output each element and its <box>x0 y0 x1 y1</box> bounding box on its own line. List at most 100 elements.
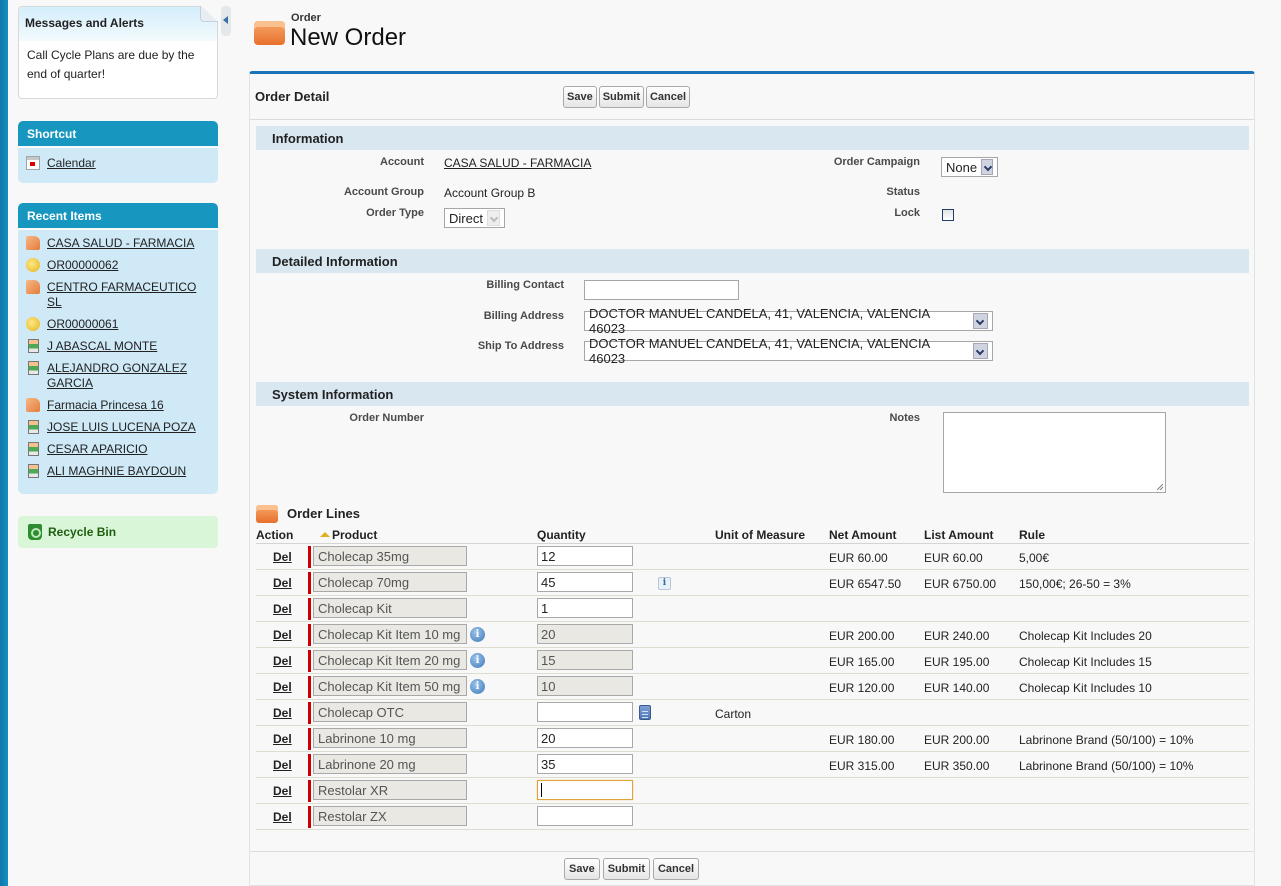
delete-line-link[interactable]: Del <box>273 680 292 694</box>
product-field: Restolar ZX <box>313 806 467 826</box>
delete-line-link[interactable]: Del <box>273 628 292 642</box>
order-icon <box>26 317 40 331</box>
order-lines-table: Action Product Quantity Unit of Measure … <box>256 526 1249 830</box>
col-uom: Unit of Measure <box>715 528 806 542</box>
pricing-rule: Cholecap Kit Includes 15 <box>1019 655 1152 669</box>
left-edge-strip <box>0 0 8 886</box>
required-indicator <box>308 676 311 698</box>
info-icon[interactable]: i <box>470 679 485 694</box>
cancel-button[interactable]: Cancel <box>645 86 691 108</box>
delete-line-link[interactable]: Del <box>273 784 292 798</box>
chevron-left-icon <box>223 16 228 24</box>
notes-textarea[interactable] <box>943 412 1166 493</box>
quantity-input[interactable]: 35 <box>537 754 633 774</box>
delete-line-link[interactable]: Del <box>273 550 292 564</box>
recent-item-link[interactable]: CESAR APARICIO <box>47 442 147 457</box>
order-lines-title: Order Lines <box>287 506 360 521</box>
chevron-down-icon <box>981 159 993 175</box>
required-indicator <box>308 780 311 802</box>
recent-item[interactable]: ALI MAGHNIE BAYDOUN <box>26 464 212 479</box>
net-amount: EUR 200.00 <box>829 629 895 643</box>
ship-to-address-select[interactable]: DOCTOR MANUEL CANDELA, 41, VALENCIA, VAL… <box>584 336 993 366</box>
recent-item[interactable]: JOSE LUIS LUCENA POZA <box>26 420 212 435</box>
shortcut-title: Shortcut <box>18 121 218 146</box>
pricing-rule: Cholecap Kit Includes 10 <box>1019 681 1152 695</box>
cancel-button-bottom[interactable]: Cancel <box>652 858 700 880</box>
calculator-icon[interactable] <box>639 705 651 720</box>
recent-item[interactable]: OR00000062 <box>26 258 212 273</box>
recent-item-link[interactable]: JOSE LUIS LUCENA POZA <box>47 420 196 435</box>
contact-icon <box>28 361 39 375</box>
recent-items-title: Recent Items <box>18 203 218 228</box>
sidebar-collapse-handle[interactable] <box>221 6 231 36</box>
order-line-row: Del Restolar XR <box>256 778 1249 804</box>
recent-item-link[interactable]: CENTRO FARMACEUTICO SL <box>47 280 212 310</box>
net-amount: EUR 315.00 <box>829 759 895 773</box>
quantity-input[interactable] <box>537 780 633 800</box>
delete-line-link[interactable]: Del <box>273 810 292 824</box>
billing-address-select[interactable]: DOCTOR MANUEL CANDELA, 41, VALENCIA, VAL… <box>584 306 993 336</box>
recent-item[interactable]: CASA SALUD - FARMACIA <box>26 236 212 251</box>
recent-item-link[interactable]: J ABASCAL MONTE <box>47 339 157 354</box>
delete-line-link[interactable]: Del <box>273 706 292 720</box>
recent-item[interactable]: Farmacia Princesa 16 <box>26 398 212 413</box>
order-line-row: Del Cholecap OTC Carton <box>256 700 1249 726</box>
object-type-label: Order <box>291 12 321 24</box>
recent-item-link[interactable]: ALEJANDRO GONZALEZ GARCIA <box>47 361 212 391</box>
quantity-input[interactable] <box>537 806 633 826</box>
product-field: Cholecap 35mg <box>313 546 467 566</box>
quantity-input[interactable]: 1 <box>537 598 633 618</box>
contact-icon <box>28 339 39 353</box>
billing-contact-input[interactable] <box>584 280 739 300</box>
net-amount: EUR 165.00 <box>829 655 895 669</box>
save-button[interactable]: Save <box>563 86 597 108</box>
recent-item-link[interactable]: ALI MAGHNIE BAYDOUN <box>47 464 186 479</box>
quantity-input[interactable]: 20 <box>537 728 633 748</box>
delete-line-link[interactable]: Del <box>273 654 292 668</box>
account-link[interactable]: CASA SALUD - FARMACIA <box>444 156 591 170</box>
submit-button-bottom[interactable]: Submit <box>602 858 650 880</box>
recent-item[interactable]: CENTRO FARMACEUTICO SL <box>26 280 212 310</box>
lock-checkbox[interactable] <box>942 209 954 221</box>
order-campaign-select[interactable]: None <box>941 157 998 177</box>
save-button-bottom[interactable]: Save <box>564 858 600 880</box>
col-product[interactable]: Product <box>320 528 377 542</box>
recent-item[interactable]: J ABASCAL MONTE <box>26 339 212 354</box>
recycle-bin-link[interactable]: Recycle Bin <box>18 516 218 548</box>
required-indicator <box>308 806 311 828</box>
account-group-value: Account Group B <box>444 186 536 200</box>
net-amount: EUR 6547.50 <box>829 577 902 591</box>
shortcut-item-calendar[interactable]: Calendar <box>26 156 212 171</box>
recent-item-link[interactable]: CASA SALUD - FARMACIA <box>47 236 194 251</box>
order-campaign-label: Order Campaign <box>833 156 920 168</box>
order-type-label: Order Type <box>366 207 424 219</box>
delete-line-link[interactable]: Del <box>273 576 292 590</box>
required-indicator <box>308 624 311 646</box>
delete-line-link[interactable]: Del <box>273 602 292 616</box>
pricing-info-icon[interactable]: i <box>658 577 671 590</box>
submit-button[interactable]: Submit <box>598 86 644 108</box>
order-line-row: Del Cholecap Kit Item 50 mg 10 i EUR 120.00 E… <box>256 674 1249 700</box>
info-icon[interactable]: i <box>470 653 485 668</box>
recent-item[interactable]: CESAR APARICIO <box>26 442 212 457</box>
info-icon[interactable]: i <box>470 627 485 642</box>
recent-item-link[interactable]: OR00000062 <box>47 258 118 273</box>
billing-address-label: Billing Address <box>483 310 564 322</box>
quantity-input[interactable]: 12 <box>537 546 633 566</box>
col-action: Action <box>256 528 294 542</box>
shortcut-link[interactable]: Calendar <box>47 156 96 171</box>
delete-line-link[interactable]: Del <box>273 758 292 772</box>
text-caret <box>541 783 542 797</box>
list-amount: EUR 195.00 <box>924 655 990 669</box>
order-campaign-value: None <box>946 159 978 175</box>
quantity-input[interactable] <box>537 702 633 722</box>
recent-item-link[interactable]: Farmacia Princesa 16 <box>47 398 164 413</box>
recent-item[interactable]: ALEJANDRO GONZALEZ GARCIA <box>26 361 212 391</box>
delete-line-link[interactable]: Del <box>273 732 292 746</box>
quantity-input[interactable]: 45 <box>537 572 633 592</box>
top-button-bar: Save Submit Cancel <box>563 86 691 108</box>
account-icon <box>26 236 40 250</box>
recent-item[interactable]: OR00000061 <box>26 317 212 332</box>
messages-alerts-panel: Messages and Alerts Call Cycle Plans are… <box>18 6 218 99</box>
recent-item-link[interactable]: OR00000061 <box>47 317 118 332</box>
